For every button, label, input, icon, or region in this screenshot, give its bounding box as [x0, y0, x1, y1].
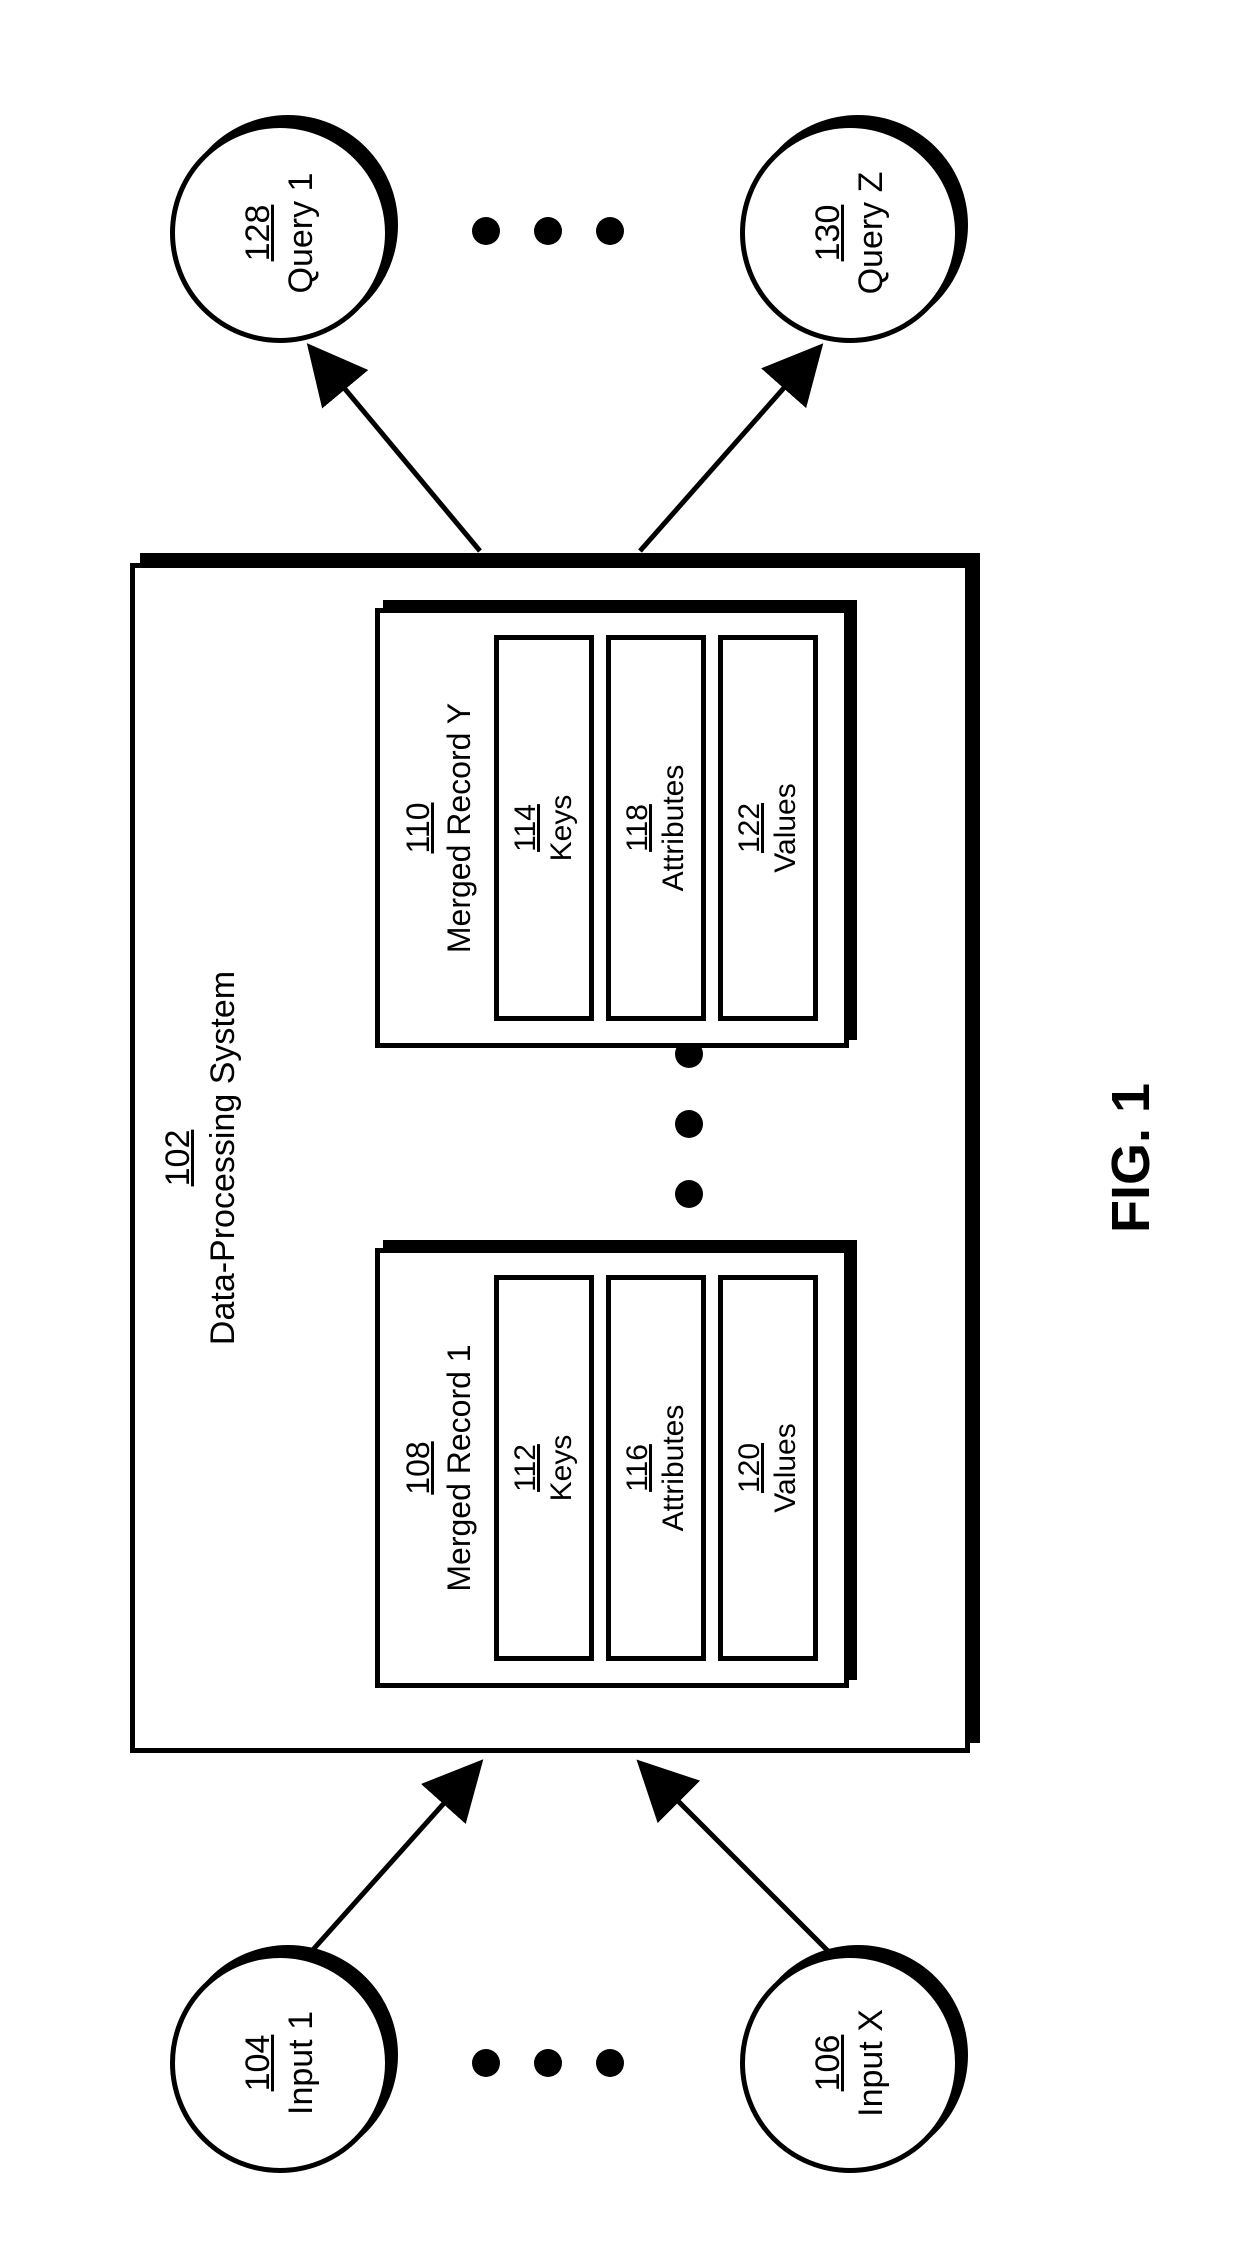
record-label: Merged Record Y: [441, 635, 478, 1021]
cell-label: Attributes: [657, 1292, 691, 1644]
cell-values: 120 Values: [718, 1275, 818, 1661]
ref-number: 110: [400, 635, 437, 1021]
query-node-1: 128 Query 1: [170, 123, 390, 343]
ref-number: 114: [509, 652, 543, 1004]
cell-keys: 114 Keys: [494, 635, 594, 1021]
node-label: Input 1: [282, 2011, 321, 2115]
cell-attributes: 116 Attributes: [606, 1275, 706, 1661]
ref-number: 122: [733, 652, 767, 1004]
merged-record-y: 110 Merged Record Y 114 Keys 118 Attribu…: [375, 608, 849, 1048]
ref-number: 102: [159, 578, 198, 1738]
node-label: Query 1: [282, 173, 321, 294]
ref-number: 112: [509, 1292, 543, 1644]
record-label: Merged Record 1: [441, 1275, 478, 1661]
ref-number: 130: [809, 205, 848, 262]
system-header: 102 Data-Processing System: [135, 568, 251, 1748]
data-processing-system-box: 102 Data-Processing System 108 Merged Re…: [130, 563, 970, 1753]
cell-keys: 112 Keys: [494, 1275, 594, 1661]
record-header: 108 Merged Record 1: [400, 1275, 478, 1661]
cell-label: Attributes: [657, 652, 691, 1004]
ellipsis-icon: [472, 217, 624, 245]
ref-number: 106: [809, 2035, 848, 2092]
ref-number: 120: [733, 1292, 767, 1644]
ellipsis-icon: [472, 2049, 624, 2077]
cell-label: Values: [769, 652, 803, 1004]
node-label: Query Z: [852, 172, 891, 295]
cell-values: 122 Values: [718, 635, 818, 1021]
input-node-1: 104 Input 1: [170, 1953, 390, 2173]
ref-number: 108: [400, 1275, 437, 1661]
record-header: 110 Merged Record Y: [400, 635, 478, 1021]
ref-number: 116: [621, 1292, 655, 1644]
input-node-x: 106 Input X: [740, 1953, 960, 2173]
cell-attributes: 118 Attributes: [606, 635, 706, 1021]
ref-number: 118: [621, 652, 655, 1004]
cell-label: Values: [769, 1292, 803, 1644]
ref-number: 128: [239, 205, 278, 262]
query-node-z: 130 Query Z: [740, 123, 960, 343]
ref-number: 104: [239, 2035, 278, 2092]
node-label: Input X: [852, 2009, 891, 2117]
merged-record-1: 108 Merged Record 1 112 Keys 116 Attribu…: [375, 1248, 849, 1688]
figure-caption: FIG. 1: [1100, 1083, 1162, 1233]
cell-label: Keys: [545, 1292, 579, 1644]
system-label: Data-Processing System: [204, 578, 243, 1738]
cell-label: Keys: [545, 652, 579, 1004]
ellipsis-icon: [675, 1040, 703, 1208]
